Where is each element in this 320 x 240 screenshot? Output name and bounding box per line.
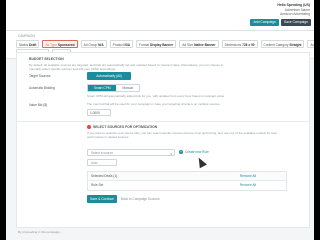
value-bid-label: Value Bid ($) — [29, 103, 48, 107]
footer-note: By proceeding in this campaign... — [18, 230, 63, 234]
auto-select-value: Auto — [91, 161, 98, 165]
automatic-bidding-label: Automatic Bidding — [29, 86, 55, 90]
chip-label: Ad Type — [45, 43, 58, 47]
chevron-down-icon: ▾ — [170, 152, 172, 156]
source-select-placeholder: Select a source — [91, 151, 113, 155]
manual-option[interactable]: Manual — [116, 85, 139, 91]
remove-all-link[interactable]: Remove All — [240, 181, 256, 190]
campaign-fields-row: Status Draft Ad Type Sponsored Ad Group N/… — [16, 40, 314, 48]
source-select[interactable]: Select a source ▾ — [87, 149, 175, 156]
campaign-field-chip[interactable]: Product N/A — [109, 40, 134, 48]
table-row: Rule Set Remove All — [88, 181, 286, 190]
source-section-title: SELECT SOURCES FOR OPTIMIZATION — [93, 125, 158, 129]
campaign-field-chip[interactable]: Content Category Straight — [260, 40, 305, 48]
top-actions: Add Campaign Save Campaign — [250, 19, 311, 26]
row-name: Rule Set — [91, 183, 104, 187]
bidding-help-text: Smart CPM will automatically adjust bids… — [87, 94, 225, 98]
chip-label: Product — [112, 43, 124, 47]
budget-section-title: BUDGET SELECTION — [29, 57, 64, 61]
chip-value: N/A — [124, 43, 131, 47]
save-campaign-button[interactable]: Save Campaign — [280, 19, 311, 26]
chip-label: Status — [19, 43, 29, 47]
top-navbar: Hello Spending (US) Advertiser Name Amaz… — [6, 0, 314, 31]
value-bid-help: The max bid that will be used for your c… — [87, 102, 221, 106]
campaign-field-chip[interactable]: Dimensions 728 x 90 — [221, 40, 258, 48]
chip-value: Draft — [28, 43, 37, 47]
chip-value: Sponsored — [57, 43, 75, 47]
table-row: Selected Deals (1) Remove All — [88, 172, 286, 181]
campaign-field-chip[interactable]: Audience All — [307, 40, 314, 48]
campaign-settings-card: BUDGET SELECTION By default, all availab… — [16, 52, 311, 228]
create-rule-link[interactable]: Create new Rule — [185, 150, 209, 154]
chip-label: Audience — [310, 43, 314, 47]
chip-label: Format — [139, 43, 150, 47]
chip-value: Straight — [289, 43, 302, 47]
add-icon[interactable]: + — [179, 150, 183, 154]
save-continue-button[interactable]: Save & Continue — [87, 195, 117, 203]
budget-help-text: By default, all available sources are ta… — [29, 63, 224, 72]
source-help-text: If you want to optimize your source bids… — [87, 131, 277, 140]
chip-label: Content Category — [263, 43, 289, 47]
chip-value: Native Banner — [194, 43, 216, 47]
bidding-toggle[interactable]: Smart CPM Manual — [87, 84, 140, 92]
campaign-field-chip[interactable]: Ad Group N/A — [80, 40, 107, 48]
breadcrumb[interactable]: CAMPAIGN — [18, 34, 35, 38]
section-divider — [17, 121, 311, 122]
chip-value: Display Banner — [150, 43, 174, 47]
campaign-field-chip[interactable]: Ad Type Sponsored — [42, 40, 78, 48]
source-optimization-radio[interactable] — [87, 125, 91, 129]
target-sources-label: Target Sources — [29, 74, 51, 78]
remove-all-link[interactable]: Remove All — [240, 172, 256, 181]
campaign-field-chip[interactable]: Ad Size Native Banner — [179, 40, 219, 48]
user-info[interactable]: Hello Spending (US) Advertiser Name Amaz… — [230, 3, 310, 17]
selected-sources-table: Selected Deals (1) Remove All Rule Set R… — [87, 171, 287, 191]
chip-label: Ad Group — [83, 43, 98, 47]
app-screen: Hello Spending (US) Advertiser Name Amaz… — [6, 0, 314, 240]
campaign-field-chip[interactable]: Status Draft — [16, 40, 40, 48]
campaign-field-chip[interactable]: Format Display Banner — [136, 40, 177, 48]
target-sources-auto-button[interactable]: Automatically (All) — [87, 72, 131, 80]
value-bid-input[interactable]: 1.0000 — [87, 109, 111, 116]
user-platform: Amazon Advertising — [280, 12, 310, 17]
chip-label: Ad Size — [182, 43, 194, 47]
chip-value: 728 x 90 — [242, 43, 255, 47]
add-campaign-button[interactable]: Add Campaign — [250, 19, 279, 26]
row-name: Selected Deals (1) — [91, 174, 118, 178]
auto-select[interactable]: Auto — [87, 159, 117, 166]
chip-label: Dimensions — [224, 43, 242, 47]
back-link[interactable]: Back to Campaign Sources — [121, 197, 160, 201]
chip-value: N/A — [98, 43, 104, 47]
smart-cpm-option[interactable]: Smart CPM — [88, 85, 117, 91]
